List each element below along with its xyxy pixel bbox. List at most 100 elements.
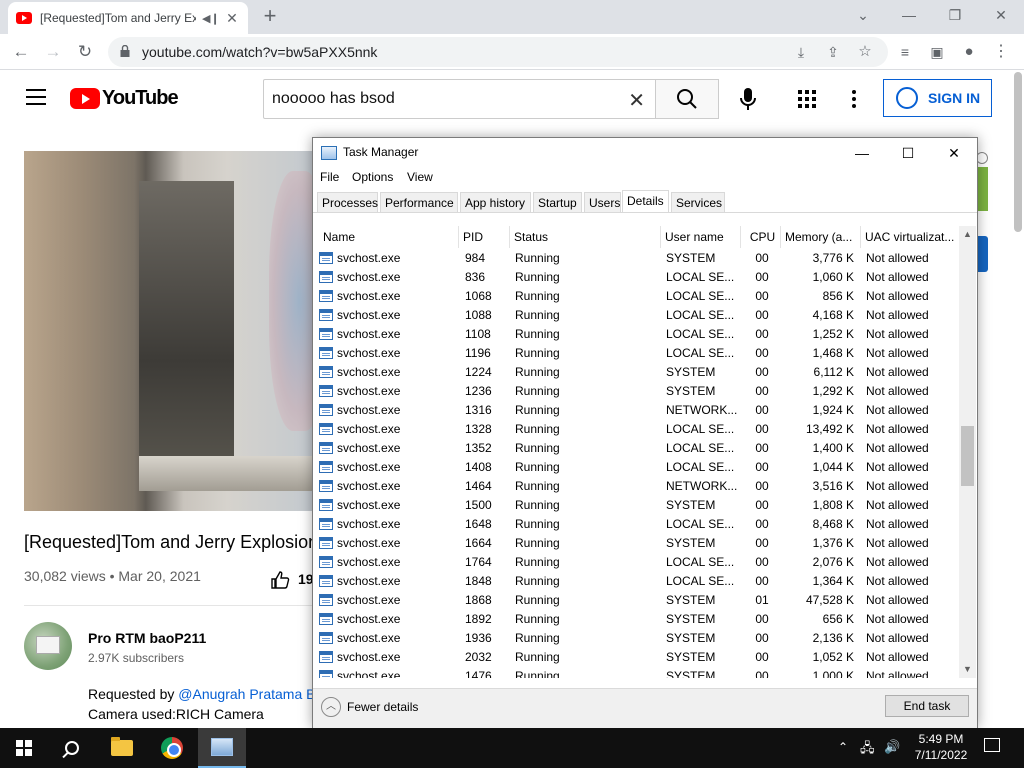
window-minimize-button[interactable]: — <box>886 0 932 30</box>
fewer-details-link[interactable]: Fewer details <box>347 700 418 714</box>
video-player[interactable] <box>24 151 314 511</box>
channel-avatar[interactable] <box>24 622 72 670</box>
microphone-icon[interactable] <box>738 87 758 111</box>
tab-app-history[interactable]: App history <box>460 192 531 212</box>
channel-name[interactable]: Pro RTM baoP211 <box>88 630 206 646</box>
volume-icon[interactable]: 🔊 <box>884 739 900 755</box>
table-row[interactable]: svchost.exe 1088 Running LOCAL SE... 00 4,168… <box>317 306 959 325</box>
back-arrow-icon[interactable]: ← <box>8 39 34 65</box>
window-restore-button[interactable]: ❐ <box>932 0 978 30</box>
tab-details[interactable]: Details <box>622 190 669 213</box>
search-input[interactable]: nooooo has bsod ✕ <box>263 79 656 119</box>
column-header-user[interactable]: User name <box>661 226 741 248</box>
tm-minimize-button[interactable]: — <box>839 138 885 168</box>
process-icon <box>319 499 333 511</box>
table-row[interactable]: svchost.exe 1664 Running SYSTEM 00 1,376 K Not… <box>317 534 959 553</box>
details-scrollbar[interactable]: ▲ ▼ <box>959 226 976 678</box>
window-close-button[interactable]: ✕ <box>978 0 1024 30</box>
tm-close-button[interactable]: ✕ <box>931 138 977 168</box>
table-row[interactable]: svchost.exe 1408 Running LOCAL SE... 00 1,044… <box>317 458 959 477</box>
tab-audio-icon[interactable]: ◀❙ <box>202 12 220 25</box>
menu-file[interactable]: File <box>320 170 339 184</box>
tab-close-icon[interactable]: ✕ <box>224 10 240 27</box>
network-icon[interactable]: 🖧 <box>860 739 875 761</box>
clock-time: 5:49 PM <box>918 732 964 746</box>
table-row[interactable]: svchost.exe 1868 Running SYSTEM 01 47,528 K No… <box>317 591 959 610</box>
column-header-status[interactable]: Status <box>510 226 661 248</box>
table-row[interactable]: svchost.exe 1328 Running LOCAL SE... 00 13,49… <box>317 420 959 439</box>
task-manager-titlebar[interactable]: Task Manager — ☐ ✕ <box>313 138 977 168</box>
hamburger-menu-icon[interactable] <box>26 89 46 105</box>
sign-in-button[interactable]: SIGN IN <box>883 79 992 117</box>
tab-processes[interactable]: Processes <box>317 192 378 212</box>
clear-search-icon[interactable]: ✕ <box>628 88 645 113</box>
table-row[interactable]: svchost.exe 1500 Running SYSTEM 00 1,808 K Not… <box>317 496 959 515</box>
more-options-icon[interactable] <box>846 89 862 109</box>
end-task-button[interactable]: End task <box>885 695 969 717</box>
new-tab-button[interactable]: + <box>258 4 282 28</box>
tab-performance[interactable]: Performance <box>380 192 458 212</box>
profile-icon[interactable]: ● <box>956 39 982 65</box>
table-row[interactable]: svchost.exe 2032 Running SYSTEM 00 1,052 K Not… <box>317 648 959 667</box>
forward-arrow-icon[interactable]: → <box>40 39 66 65</box>
chevron-up-icon[interactable]: ⌃ <box>838 740 848 754</box>
table-row[interactable]: svchost.exe 836 Running LOCAL SE... 00 1,060 … <box>317 268 959 287</box>
taskbar-search-button[interactable] <box>48 728 96 768</box>
address-bar[interactable]: youtube.com/watch?v=bw5aPXX5nnk <box>108 37 888 67</box>
column-header-memory[interactable]: Memory (a... <box>781 226 861 248</box>
page-scrollbar[interactable] <box>1014 72 1022 232</box>
folder-icon <box>111 737 133 756</box>
table-row[interactable]: svchost.exe 1236 Running SYSTEM 00 1,292 K Not… <box>317 382 959 401</box>
share-icon[interactable]: ⇪ <box>820 39 846 65</box>
column-header-uac[interactable]: UAC virtualizat... <box>861 226 959 248</box>
table-row[interactable]: svchost.exe 1108 Running LOCAL SE... 00 1,252… <box>317 325 959 344</box>
file-explorer-button[interactable] <box>98 728 146 768</box>
start-button[interactable] <box>0 728 48 768</box>
table-row[interactable]: svchost.exe 1196 Running LOCAL SE... 00 1,468… <box>317 344 959 363</box>
tab-search-icon[interactable]: ⌄ <box>840 0 886 30</box>
table-row[interactable]: svchost.exe 984 Running SYSTEM 00 3,776 K Not … <box>317 249 959 268</box>
tm-maximize-button[interactable]: ☐ <box>885 138 931 168</box>
scroll-down-arrow-icon[interactable]: ▼ <box>959 661 976 678</box>
process-uac: Not allowed <box>866 460 929 474</box>
task-manager-taskbar-button[interactable] <box>198 728 246 768</box>
table-row[interactable]: svchost.exe 1068 Running LOCAL SE... 00 856 K… <box>317 287 959 306</box>
install-icon[interactable]: ⤓ <box>788 39 814 65</box>
tab-startup[interactable]: Startup <box>533 192 582 212</box>
column-header-name[interactable]: Name ^ <box>317 226 459 248</box>
table-row[interactable]: svchost.exe 1892 Running SYSTEM 00 656 K Not a… <box>317 610 959 629</box>
menu-options[interactable]: Options <box>352 170 393 184</box>
side-panel-icon[interactable]: ▣ <box>924 39 950 65</box>
table-row[interactable]: svchost.exe 1464 Running NETWORK... 00 3,516 … <box>317 477 959 496</box>
table-row[interactable]: svchost.exe 1352 Running LOCAL SE... 00 1,400… <box>317 439 959 458</box>
apps-grid-icon[interactable] <box>797 89 817 109</box>
table-row[interactable]: svchost.exe 1848 Running LOCAL SE... 00 1,364… <box>317 572 959 591</box>
chrome-taskbar-button[interactable] <box>148 728 196 768</box>
notification-icon[interactable] <box>984 738 1000 752</box>
browser-tab[interactable]: [Requested]Tom and Jerry Ex ◀❙ ✕ <box>8 2 248 34</box>
chrome-menu-icon[interactable]: ⋮ <box>988 39 1014 65</box>
table-row[interactable]: svchost.exe 1764 Running LOCAL SE... 00 2,076… <box>317 553 959 572</box>
tab-users[interactable]: Users <box>584 192 621 212</box>
youtube-logo[interactable]: YouTube <box>70 87 179 110</box>
bookmark-star-icon[interactable]: ☆ <box>852 39 878 65</box>
column-header-pid[interactable]: PID <box>459 226 510 248</box>
menu-view[interactable]: View <box>407 170 433 184</box>
table-row[interactable]: svchost.exe 1648 Running LOCAL SE... 00 8,468… <box>317 515 959 534</box>
table-row[interactable]: svchost.exe 1316 Running NETWORK... 00 1,924 … <box>317 401 959 420</box>
process-cpu: 00 <box>755 460 769 474</box>
search-button[interactable] <box>655 79 719 119</box>
table-row[interactable]: svchost.exe 1224 Running SYSTEM 00 6,112 K Not… <box>317 363 959 382</box>
thumbs-up-icon[interactable] <box>270 570 290 590</box>
column-header-cpu[interactable]: CPU <box>741 226 781 248</box>
tab-services[interactable]: Services <box>671 192 725 212</box>
scrollbar-thumb[interactable] <box>961 426 974 486</box>
reload-icon[interactable]: ↻ <box>72 39 98 65</box>
table-row[interactable]: svchost.exe 1936 Running SYSTEM 00 2,136 K Not… <box>317 629 959 648</box>
chevron-up-icon[interactable]: ︿ <box>321 697 341 717</box>
mention-link[interactable]: @Anugrah Pratama Ba <box>178 686 323 702</box>
scroll-up-arrow-icon[interactable]: ▲ <box>959 226 976 243</box>
system-clock[interactable]: 5:49 PM 7/11/2022 <box>905 731 977 763</box>
media-control-icon[interactable]: ≡ <box>892 39 918 65</box>
table-row[interactable]: svchost.exe 1476 Running SYSTEM 00 1,000 K Not… <box>317 667 959 678</box>
